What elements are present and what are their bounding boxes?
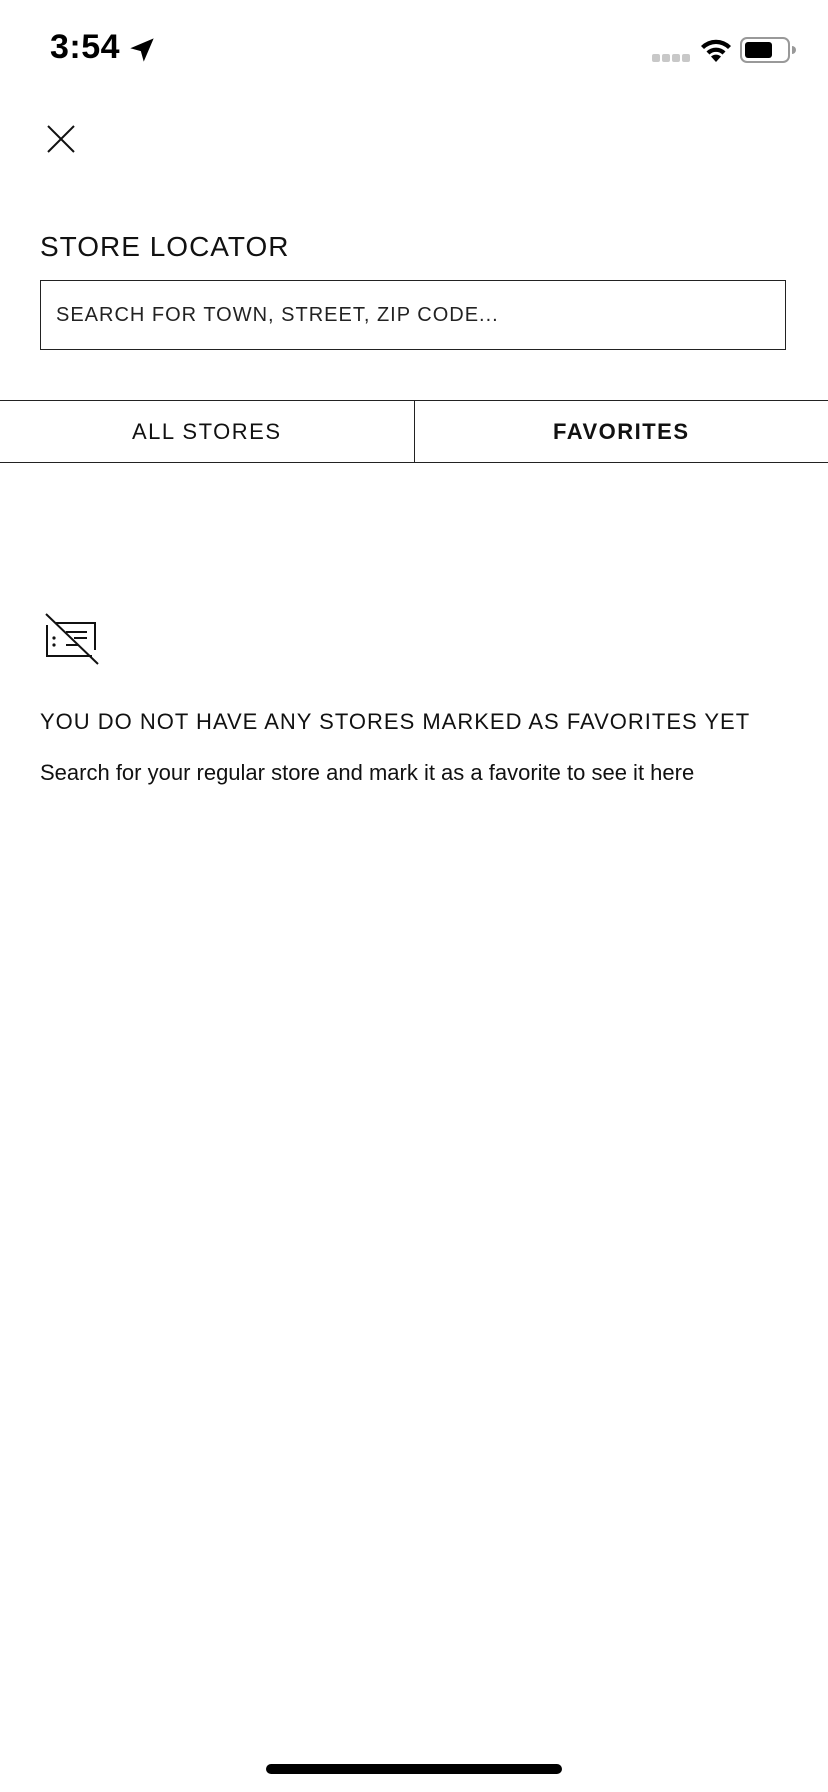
no-favorites-list-icon: [45, 613, 99, 665]
status-time: 3:54: [50, 28, 121, 66]
tab-favorites[interactable]: FAVORITES: [413, 401, 828, 462]
empty-state-description: Search for your regular store and mark i…: [40, 760, 695, 785]
home-indicator: [266, 1764, 562, 1774]
tab-all-stores[interactable]: ALL STORES: [0, 401, 414, 462]
signal-icon: [652, 54, 690, 62]
battery-icon: [740, 37, 796, 63]
empty-state-title: YOU DO NOT HAVE ANY STORES MARKED AS FAV…: [40, 709, 751, 734]
page-title: STORE LOCATOR: [40, 231, 290, 262]
location-arrow-icon: [130, 38, 154, 62]
store-tabs: ALL STORES FAVORITES: [0, 400, 828, 463]
search-box[interactable]: [40, 280, 786, 350]
status-bar: 3:54: [0, 0, 828, 100]
search-input[interactable]: [41, 281, 785, 349]
close-button[interactable]: [40, 118, 82, 160]
close-icon: [47, 125, 75, 153]
wifi-icon: [701, 39, 731, 62]
